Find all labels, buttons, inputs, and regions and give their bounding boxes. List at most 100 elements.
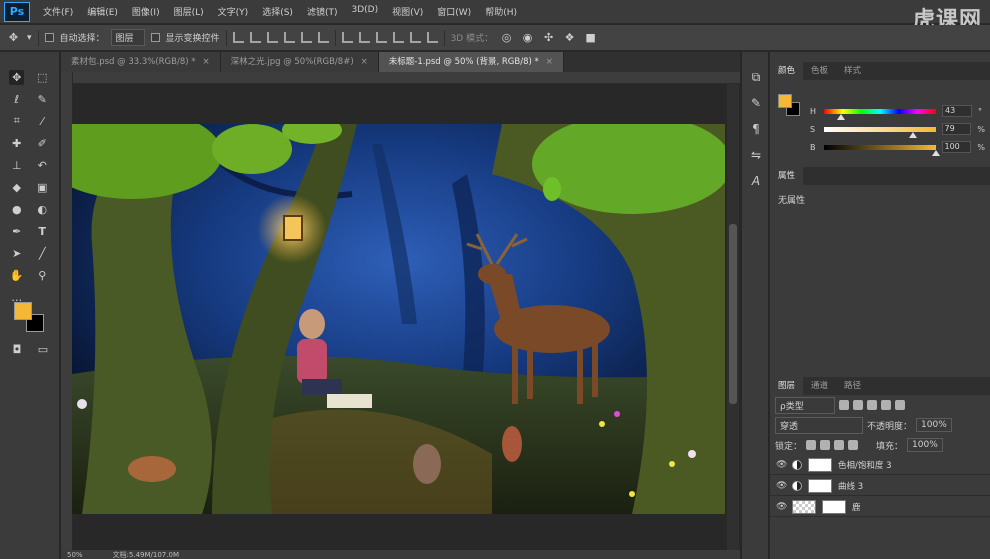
align-top-icon[interactable] <box>232 32 244 43</box>
eye-icon[interactable]: 👁 <box>776 481 787 491</box>
menu-item[interactable]: 编辑(E) <box>80 5 125 18</box>
pen-tool-icon[interactable]: ✒ <box>9 224 24 239</box>
adjust-icon[interactable]: ⇋ <box>742 142 770 168</box>
move-tool-icon[interactable]: ✥ <box>9 69 25 85</box>
marquee-tool-icon[interactable]: ⬚ <box>35 70 50 85</box>
slider-knob[interactable] <box>836 113 845 120</box>
lock-all-icon[interactable] <box>848 440 859 450</box>
filter-smart-icon[interactable] <box>895 400 905 410</box>
tab-layers-panel[interactable]: 图层 <box>770 377 804 395</box>
slider-knob[interactable] <box>909 131 918 138</box>
align-vcenter-icon[interactable] <box>249 32 261 43</box>
clone-stamp-icon[interactable]: ⊥ <box>9 158 24 173</box>
lock-position-icon[interactable] <box>834 440 845 450</box>
character-icon[interactable]: A <box>742 168 770 194</box>
slider-track[interactable] <box>824 108 936 120</box>
dodge-tool-icon[interactable]: ◐ <box>35 202 50 217</box>
filter-pixel-icon[interactable] <box>839 400 849 410</box>
eye-icon[interactable]: 👁 <box>776 502 787 512</box>
3d-rotate-icon[interactable]: ◎ <box>499 30 514 45</box>
zoom-tool-icon[interactable]: ⚲ <box>35 268 50 283</box>
tool-preset-caret[interactable]: ▾ <box>27 33 32 43</box>
filter-adjust-icon[interactable] <box>853 400 863 410</box>
paragraph-icon[interactable]: ¶ <box>742 116 770 142</box>
history-brush-icon[interactable]: ↶ <box>35 158 50 173</box>
menu-item[interactable]: 窗口(W) <box>430 5 478 18</box>
lock-pixels-icon[interactable] <box>820 440 831 450</box>
slider-value-field[interactable]: 79 <box>941 123 972 135</box>
document-tab[interactable]: 深林之光.jpg @ 50%(RGB/8#) × <box>220 52 379 72</box>
show-transform-checkbox[interactable] <box>150 33 160 42</box>
auto-select-dropdown[interactable]: 图层 <box>110 29 145 46</box>
document-tab[interactable]: 未标题-1.psd @ 50% (背景, RGB/8) * × <box>378 52 564 72</box>
align-right-icon[interactable] <box>317 32 329 43</box>
eye-icon[interactable]: 👁 <box>776 460 787 470</box>
brush-presets-icon[interactable]: ✎ <box>742 90 770 116</box>
tab-layers-panel[interactable]: 通道 <box>803 377 836 395</box>
quick-select-tool-icon[interactable]: ✎ <box>35 92 50 107</box>
slider-track[interactable] <box>823 144 940 156</box>
eraser-tool-icon[interactable]: ◆ <box>9 180 24 195</box>
close-icon[interactable]: × <box>361 57 368 67</box>
path-select-icon[interactable]: ➤ <box>9 246 24 261</box>
3d-slide-icon[interactable]: ❖ <box>562 30 577 45</box>
menu-item[interactable]: 图层(L) <box>167 5 211 18</box>
crop-tool-icon[interactable]: ⌗ <box>9 114 24 129</box>
menu-item[interactable]: 图像(I) <box>125 5 167 18</box>
layer-row[interactable]: 👁 色相/饱和度 3 <box>770 455 990 475</box>
slider-value-field[interactable]: 100 <box>941 141 972 153</box>
menu-item[interactable]: 文字(Y) <box>211 5 256 18</box>
lasso-tool-icon[interactable]: ℓ <box>9 92 24 107</box>
type-tool-icon[interactable]: T <box>35 224 50 239</box>
document-tab[interactable]: 素材包.psd @ 33.3%(RGB/8) * × <box>61 52 221 72</box>
3d-roll-icon[interactable]: ◉ <box>520 30 535 45</box>
blend-mode-dropdown[interactable]: 穿透 <box>775 416 863 434</box>
close-icon[interactable]: × <box>546 57 553 67</box>
align-hcenter-icon[interactable] <box>300 32 312 43</box>
3d-pan-icon[interactable]: ✣ <box>541 30 556 45</box>
gradient-tool-icon[interactable]: ▣ <box>35 180 50 195</box>
brush-tool-icon[interactable]: ✐ <box>35 136 50 151</box>
hand-tool-icon[interactable]: ✋ <box>9 268 24 283</box>
lock-transparent-icon[interactable] <box>806 440 817 450</box>
auto-select-checkbox[interactable] <box>44 33 54 42</box>
scrollbar-thumb[interactable] <box>729 224 737 404</box>
slider-track[interactable] <box>823 126 936 138</box>
layer-filter-dropdown[interactable]: ρ类型 <box>775 396 835 414</box>
tab-color-panel[interactable]: 色板 <box>803 62 836 80</box>
layer-row[interactable]: 👁 曲线 3 <box>770 476 990 496</box>
align-left-icon[interactable] <box>283 32 295 43</box>
align-bottom-icon[interactable] <box>266 32 278 43</box>
distribute-left-icon[interactable] <box>392 32 404 43</box>
distribute-hcenter-icon[interactable] <box>409 32 421 43</box>
vertical-scrollbar[interactable] <box>727 84 739 550</box>
color-panel-foreground[interactable] <box>778 94 792 108</box>
zoom-level[interactable]: 50% <box>67 551 83 559</box>
distribute-bottom-icon[interactable] <box>375 32 387 43</box>
layer-row[interactable]: 👁 鹿 <box>770 497 990 517</box>
close-icon[interactable]: × <box>203 57 210 67</box>
filter-shape-icon[interactable] <box>881 400 891 410</box>
menu-item[interactable]: 帮助(H) <box>478 5 524 18</box>
3d-scale-icon[interactable]: ■ <box>583 30 598 45</box>
tab-color-panel[interactable]: 样式 <box>836 62 869 80</box>
slider-value-field[interactable]: 43 <box>942 105 972 117</box>
distribute-right-icon[interactable] <box>426 32 438 43</box>
slider-knob[interactable] <box>931 149 940 156</box>
distribute-vcenter-icon[interactable] <box>358 32 370 43</box>
history-panel-icon[interactable]: ⧉ <box>742 64 770 90</box>
distribute-top-icon[interactable] <box>341 32 353 43</box>
canvas-artwork[interactable] <box>72 124 725 514</box>
menu-item[interactable]: 3D(D) <box>344 5 385 18</box>
healing-brush-icon[interactable]: ✚ <box>9 136 24 151</box>
blur-tool-icon[interactable]: ● <box>9 202 24 217</box>
fill-field[interactable]: 100% <box>907 438 943 452</box>
menu-item[interactable]: 滤镜(T) <box>300 5 345 18</box>
menu-item[interactable]: 视图(V) <box>385 5 430 18</box>
tab-layers-panel[interactable]: 路径 <box>836 377 869 395</box>
screen-mode-icon[interactable]: ▭ <box>36 342 51 357</box>
menu-item[interactable]: 选择(S) <box>255 5 300 18</box>
tab-properties[interactable]: 属性 <box>770 167 804 185</box>
filter-type-icon[interactable] <box>867 400 877 410</box>
quick-mask-icon[interactable]: ◘ <box>10 342 25 357</box>
